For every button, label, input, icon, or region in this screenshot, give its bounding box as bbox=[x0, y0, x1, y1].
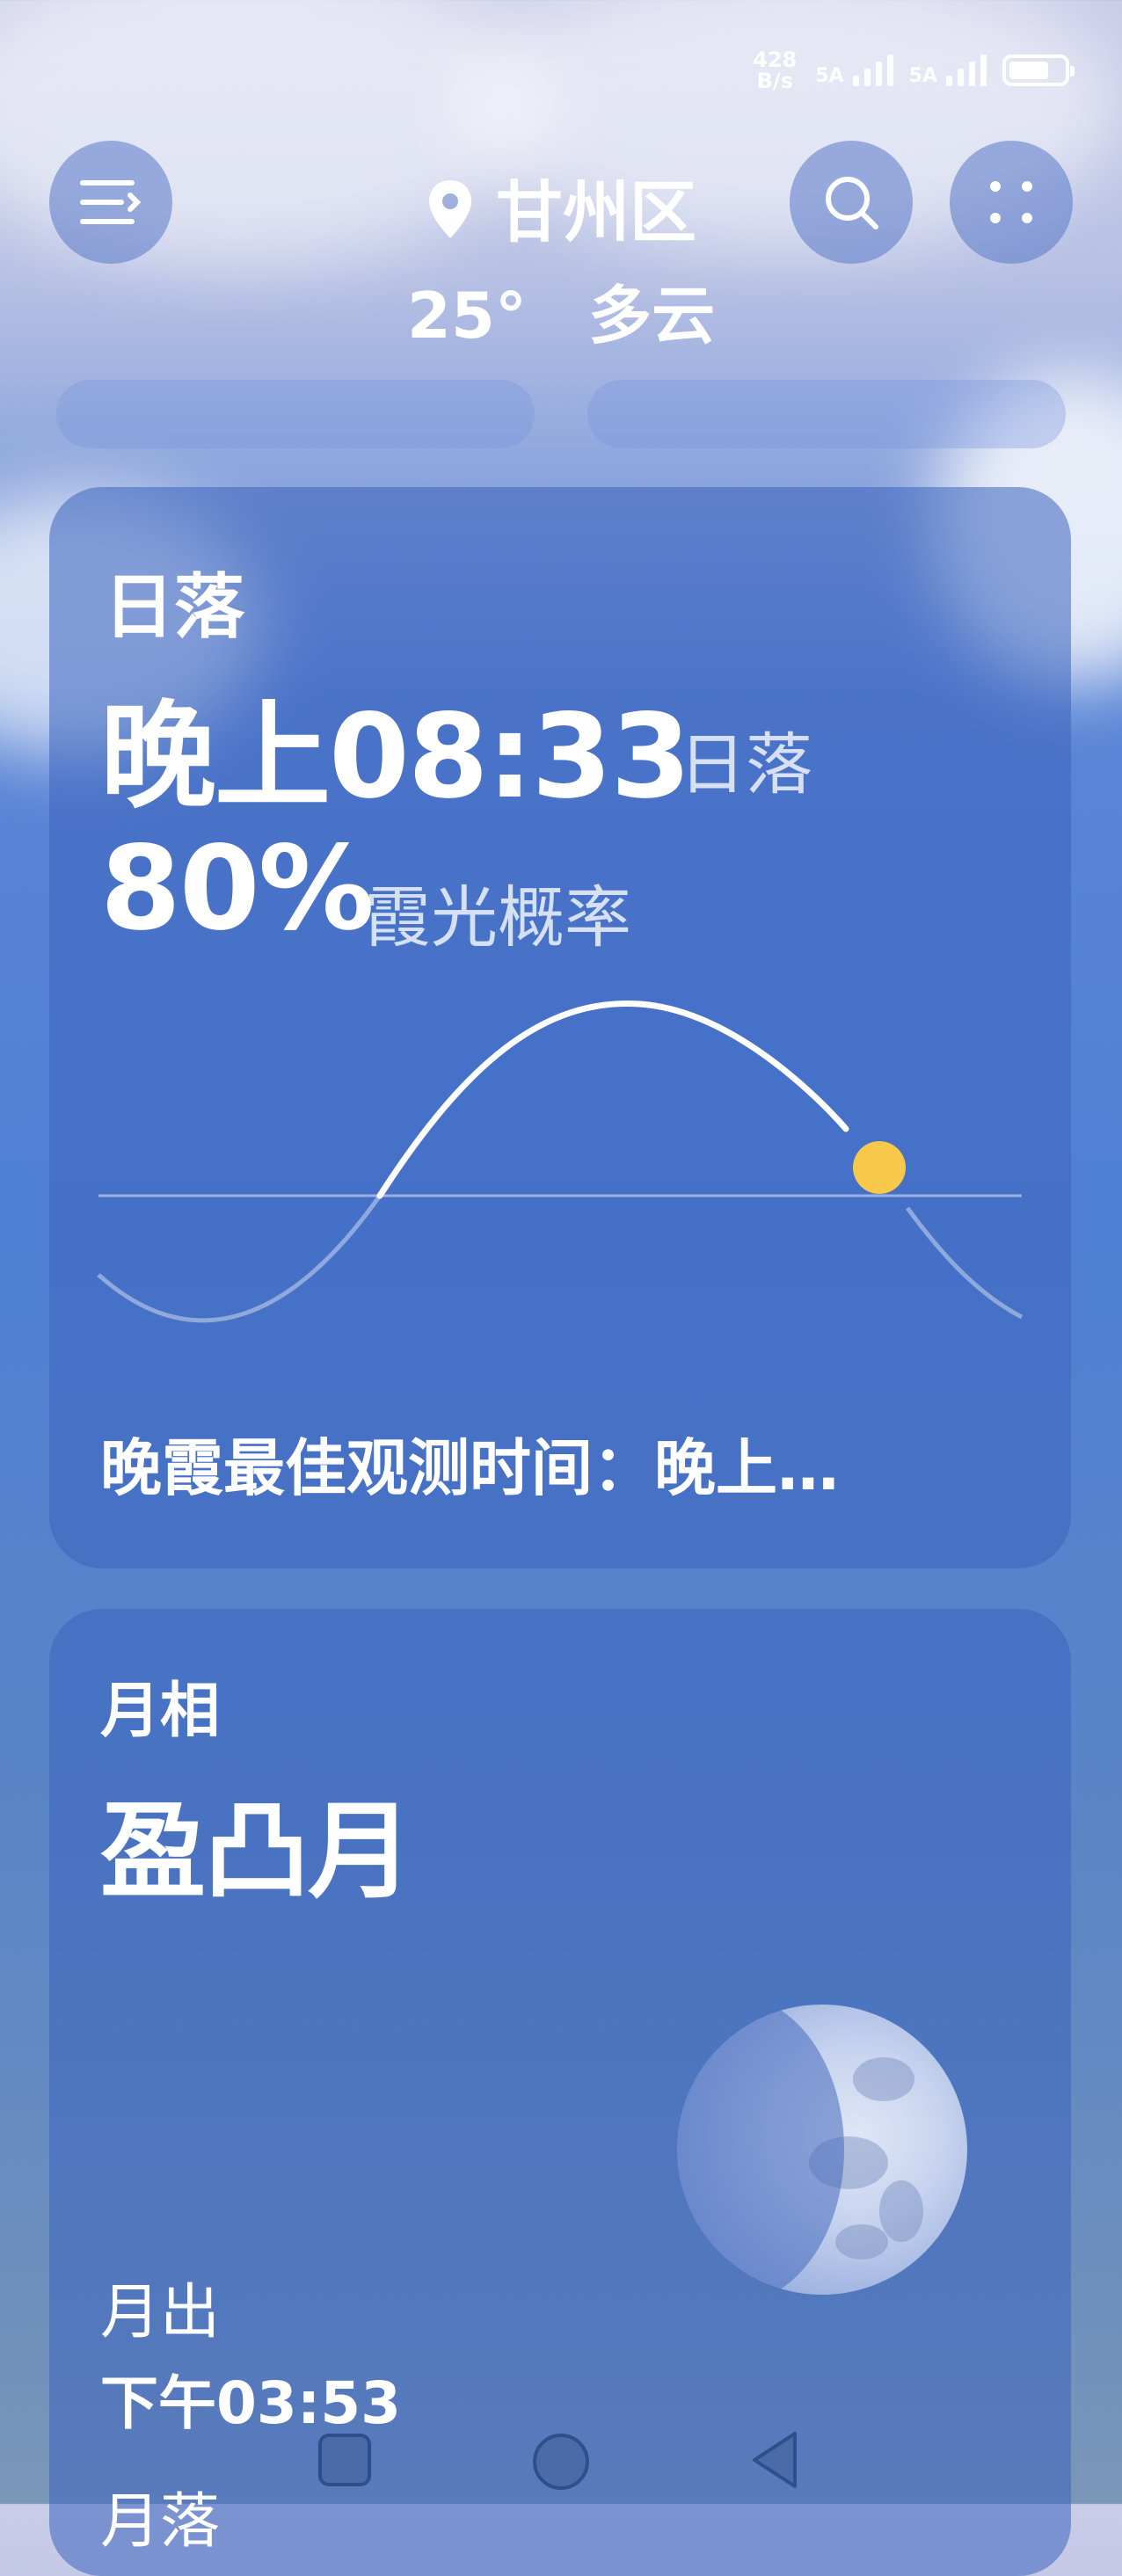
sim2-label: 5A bbox=[908, 65, 937, 87]
sunset-time: 晚上08:33 bbox=[100, 689, 691, 825]
sunset-card-title: 日落 bbox=[104, 566, 244, 648]
more-button[interactable] bbox=[950, 141, 1073, 264]
network-speed-value: 428 bbox=[753, 47, 798, 72]
current-weather: 25° 多云 bbox=[0, 264, 1122, 356]
system-navigation-bar bbox=[0, 2398, 1122, 2504]
current-condition: 多云 bbox=[588, 279, 716, 353]
best-view-time: 晚霞最佳观测时间：晚上… bbox=[100, 1432, 839, 1504]
current-temperature: 25° bbox=[406, 279, 528, 353]
sim1-signal: 5A bbox=[815, 55, 893, 87]
sunset-card[interactable]: 日落 晚上08:33 日落 80% 霞光概率 晚霞最佳观测时间：晚上… bbox=[49, 487, 1071, 1568]
network-speed: 428 B/s bbox=[750, 49, 799, 91]
sun-marker bbox=[853, 1141, 906, 1194]
sun-path-after bbox=[905, 1206, 1024, 1320]
moonrise-label: 月出 bbox=[100, 2278, 221, 2347]
status-bar: 428 B/s 5A 5A bbox=[750, 46, 1075, 95]
sunset-time-label: 日落 bbox=[679, 725, 812, 804]
grid-dots-icon bbox=[990, 181, 1032, 223]
search-icon bbox=[826, 177, 878, 229]
moon-card-title: 月相 bbox=[100, 1677, 221, 1746]
moon-image bbox=[677, 2005, 967, 2295]
sun-path-chart bbox=[97, 1000, 1024, 1323]
battery-icon bbox=[1002, 55, 1075, 86]
sun-path-day bbox=[376, 1000, 849, 1199]
circle-nav-icon[interactable] bbox=[531, 2432, 591, 2492]
square-nav-icon[interactable] bbox=[317, 2432, 373, 2488]
location-name: 甘州区 bbox=[496, 173, 696, 251]
location-pin-icon bbox=[429, 180, 471, 238]
sun-path-night bbox=[97, 1194, 382, 1323]
hidden-chip-right[interactable] bbox=[587, 380, 1066, 448]
search-button[interactable] bbox=[790, 141, 913, 264]
moon-phase: 盈凸月 bbox=[100, 1791, 413, 1913]
hidden-chip-left[interactable] bbox=[56, 380, 535, 448]
sim1-label: 5A bbox=[815, 65, 844, 87]
back-triangle-icon[interactable] bbox=[749, 2430, 802, 2490]
sim2-signal: 5A bbox=[909, 55, 987, 86]
network-speed-unit: B/s bbox=[756, 69, 793, 93]
